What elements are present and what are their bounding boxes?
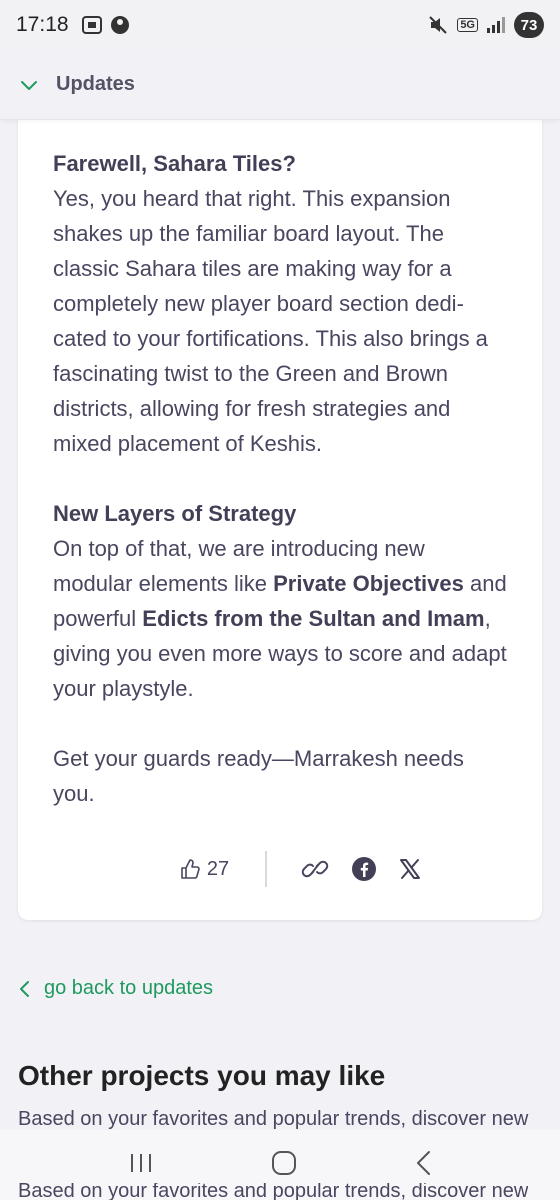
app-notification-icon <box>110 16 129 34</box>
article-body-1: Yes, you heard that right. This expansio… <box>53 186 488 456</box>
actions-divider <box>265 851 268 887</box>
thumbs-up-icon <box>181 859 200 879</box>
article-heading-1: Farewell, Sahara Tiles? <box>53 151 296 176</box>
article-paragraph-2: New Layers of Strategy On top of that, w… <box>53 496 508 706</box>
x-icon <box>400 859 421 879</box>
status-left-icons <box>81 14 131 36</box>
status-bar: 17:18 5G 73 <box>0 0 560 50</box>
scrolled-text-behind-nav: Based on your favorites and popular tren… <box>18 1183 529 1200</box>
back-to-updates-link[interactable]: go back to updates <box>18 977 213 1000</box>
article-body-3: Get your guards ready—Marrakesh needs yo… <box>53 746 464 806</box>
like-count: 27 <box>206 857 230 880</box>
recent-apps-icon <box>131 1153 152 1172</box>
copy-link-button[interactable] <box>301 857 329 881</box>
like-button[interactable]: 27 <box>179 858 229 881</box>
updates-header[interactable]: Updates <box>0 50 560 120</box>
article-bold-private-objectives: Private Objectives <box>273 571 464 596</box>
battery-indicator: 73 <box>514 12 544 38</box>
back-button[interactable] <box>414 1150 432 1181</box>
updates-header-label: Updates <box>56 73 135 95</box>
status-time: 17:18 <box>16 13 69 36</box>
article-bold-edicts: Edicts from the Sultan and Imam <box>142 606 485 631</box>
home-button[interactable] <box>271 1150 297 1181</box>
other-projects-title: Other projects you may like <box>18 1060 386 1091</box>
home-icon <box>271 1150 296 1175</box>
article-actions: 27 <box>18 849 542 889</box>
chevron-left-icon <box>20 980 29 997</box>
back-icon <box>416 1150 430 1175</box>
recent-apps-button[interactable] <box>128 1152 154 1179</box>
article-paragraph-3: Get your guards ready—Marrakesh needs yo… <box>53 741 508 811</box>
status-right-icons: 5G 73 <box>427 12 544 38</box>
mute-icon <box>429 16 448 34</box>
network-label: 5G <box>457 18 478 32</box>
article-heading-2: New Layers of Strategy <box>53 501 297 526</box>
x-share-button[interactable] <box>399 858 421 880</box>
facebook-share-button[interactable] <box>351 856 377 882</box>
share-icons <box>301 856 421 882</box>
screenshot-icon <box>81 16 102 34</box>
update-article-card: Farewell, Sahara Tiles? Yes, you heard t… <box>18 96 542 920</box>
link-icon <box>301 860 329 878</box>
other-projects-subtitle: Based on your favorites and popular tren… <box>18 1108 529 1130</box>
back-link-label: go back to updates <box>44 977 214 999</box>
facebook-icon <box>352 857 377 881</box>
signal-icon <box>487 17 505 33</box>
chevron-down-icon <box>21 80 37 90</box>
article-paragraph-1: Farewell, Sahara Tiles? Yes, you heard t… <box>53 146 508 461</box>
